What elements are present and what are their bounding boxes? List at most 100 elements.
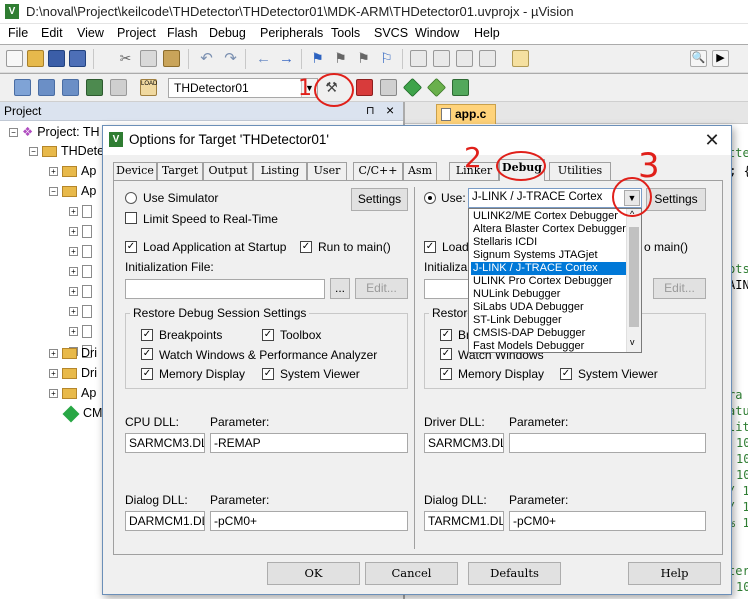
indent-icon[interactable]: [410, 50, 427, 67]
tree-item-file[interactable]: +: [69, 264, 96, 282]
menu-project[interactable]: Project: [117, 26, 156, 40]
init-file-edit-button[interactable]: Edit...: [355, 278, 408, 299]
tab-listing[interactable]: Listing: [253, 162, 307, 180]
cancel-button[interactable]: Cancel: [365, 562, 458, 585]
dialog-param-input[interactable]: -pCM0+: [210, 511, 408, 531]
download-icon[interactable]: LOAD: [140, 79, 157, 96]
scrollbar-thumb[interactable]: [629, 227, 639, 327]
menu-tools[interactable]: Tools: [331, 26, 360, 40]
cpu-dll-input[interactable]: SARMCM3.DLL: [125, 433, 205, 453]
tree-item-group[interactable]: − Ap: [49, 184, 96, 202]
paste-icon[interactable]: [163, 50, 180, 67]
load-app-checkbox[interactable]: ✓: [125, 241, 137, 253]
simulator-settings-button[interactable]: Settings: [351, 188, 408, 211]
run-to-main-checkbox[interactable]: ✓: [300, 241, 312, 253]
tree-item-file[interactable]: +: [69, 324, 96, 342]
driver-option[interactable]: Stellaris ICDI: [471, 236, 626, 249]
driver-dll-input[interactable]: SARMCM3.DLL: [424, 433, 504, 453]
dialog-dll-input-right[interactable]: TARMCM1.DLL: [424, 511, 504, 531]
copy-icon[interactable]: [140, 50, 157, 67]
driver-param-input[interactable]: [509, 433, 706, 453]
menu-help[interactable]: Help: [474, 26, 500, 40]
driver-option[interactable]: ST-Link Debugger: [471, 314, 626, 327]
limit-speed-checkbox[interactable]: [125, 212, 137, 224]
cut-icon[interactable]: ✂: [117, 50, 134, 67]
system-viewer-checkbox[interactable]: ✓: [262, 368, 274, 380]
new-file-icon[interactable]: [6, 50, 23, 67]
menu-flash[interactable]: Flash: [167, 26, 198, 40]
memory-display-checkbox[interactable]: ✓: [141, 368, 153, 380]
tab-utilities[interactable]: Utilities: [549, 162, 611, 180]
undo-icon[interactable]: ↶: [198, 50, 215, 67]
init-file-edit-button-right[interactable]: Edit...: [653, 278, 706, 299]
driver-option[interactable]: ULINK2/ME Cortex Debugger: [471, 210, 626, 223]
run-time-env-icon[interactable]: [452, 79, 469, 96]
tree-item-file[interactable]: +: [69, 284, 96, 302]
bookmark-clear-icon[interactable]: ⚐: [378, 50, 395, 67]
tree-item-project[interactable]: − ❖ Project: TH: [9, 124, 100, 142]
breakpoints-checkbox[interactable]: ✓: [141, 329, 153, 341]
tab-c-cpp[interactable]: C/C++: [353, 162, 403, 180]
manage-components-icon[interactable]: [356, 79, 373, 96]
tree-item-group[interactable]: + Dri: [49, 346, 97, 364]
driver-option[interactable]: Fast Models Debugger: [471, 340, 626, 353]
tab-device[interactable]: Device: [113, 162, 157, 180]
tab-asm[interactable]: Asm: [403, 162, 437, 180]
bookmark-flag-icon[interactable]: ⚑: [309, 50, 326, 67]
menu-svcs[interactable]: SVCS: [374, 26, 408, 40]
target-select[interactable]: THDetector01 ▼: [168, 78, 318, 98]
pin-icon[interactable]: ⊓: [366, 104, 375, 117]
init-file-input-right[interactable]: [424, 279, 474, 299]
toolbox-checkbox[interactable]: ✓: [262, 329, 274, 341]
driver-option[interactable]: CMSIS-DAP Debugger: [471, 327, 626, 340]
breakpoints-checkbox-right[interactable]: ✓: [440, 329, 452, 341]
cpu-param-input[interactable]: -REMAP: [210, 433, 408, 453]
tree-item-file[interactable]: +: [69, 244, 96, 262]
panel-close-icon[interactable]: ×: [386, 102, 394, 118]
driver-option[interactable]: Altera Blaster Cortex Debugger: [471, 223, 626, 236]
driver-option[interactable]: SiLabs UDA Debugger: [471, 301, 626, 314]
driver-list-scrollbar[interactable]: ^ v: [626, 209, 641, 352]
close-icon[interactable]: ✕: [701, 129, 723, 151]
tree-item-file[interactable]: +: [69, 224, 96, 242]
bookmark-next-icon[interactable]: ⚑: [355, 50, 372, 67]
menu-debug[interactable]: Debug: [209, 26, 246, 40]
tree-item-file[interactable]: +: [69, 204, 96, 222]
copy-target-icon[interactable]: [380, 79, 397, 96]
watch-windows-checkbox[interactable]: ✓: [141, 348, 153, 360]
tree-item-group[interactable]: + Dri: [49, 366, 97, 384]
use-debugger-radio[interactable]: [424, 192, 436, 204]
dialog-dll-input[interactable]: DARMCM1.DLL: [125, 511, 205, 531]
editor-tab-app-c[interactable]: app.c: [436, 104, 496, 124]
nav-forward-icon[interactable]: →: [278, 50, 295, 67]
rebuild-icon[interactable]: [62, 79, 79, 96]
defaults-button[interactable]: Defaults: [468, 562, 561, 585]
find-in-files-icon[interactable]: [512, 50, 529, 67]
scroll-down-icon[interactable]: v: [630, 337, 635, 347]
driver-option[interactable]: NULink Debugger: [471, 288, 626, 301]
watch-windows-checkbox-right[interactable]: ✓: [440, 348, 452, 360]
dialog-param-input-right[interactable]: -pCM0+: [509, 511, 706, 531]
save-icon[interactable]: [48, 50, 65, 67]
tab-target[interactable]: Target: [157, 162, 203, 180]
menu-peripherals[interactable]: Peripherals: [260, 26, 323, 40]
menu-view[interactable]: View: [77, 26, 104, 40]
system-viewer-checkbox-right[interactable]: ✓: [560, 368, 572, 380]
build-icon[interactable]: [38, 79, 55, 96]
nav-back-icon[interactable]: ←: [255, 50, 272, 67]
stop-build-icon[interactable]: [110, 79, 127, 96]
open-folder-icon[interactable]: [27, 50, 44, 67]
tree-item-cmsis[interactable]: CM: [62, 405, 102, 424]
debugger-settings-button[interactable]: Settings: [646, 188, 706, 211]
use-simulator-radio[interactable]: [125, 192, 137, 204]
tree-item-file[interactable]: +: [69, 304, 96, 322]
comment-icon[interactable]: [456, 50, 473, 67]
save-all-icon[interactable]: [69, 50, 86, 67]
tree-item-group[interactable]: + Ap: [49, 164, 96, 182]
batch-build-icon[interactable]: [86, 79, 103, 96]
tab-output[interactable]: Output: [203, 162, 253, 180]
toolbar-right2-icon[interactable]: ▶: [712, 50, 729, 67]
memory-display-checkbox-right[interactable]: ✓: [440, 368, 452, 380]
uncomment-icon[interactable]: [479, 50, 496, 67]
menu-edit[interactable]: Edit: [41, 26, 63, 40]
